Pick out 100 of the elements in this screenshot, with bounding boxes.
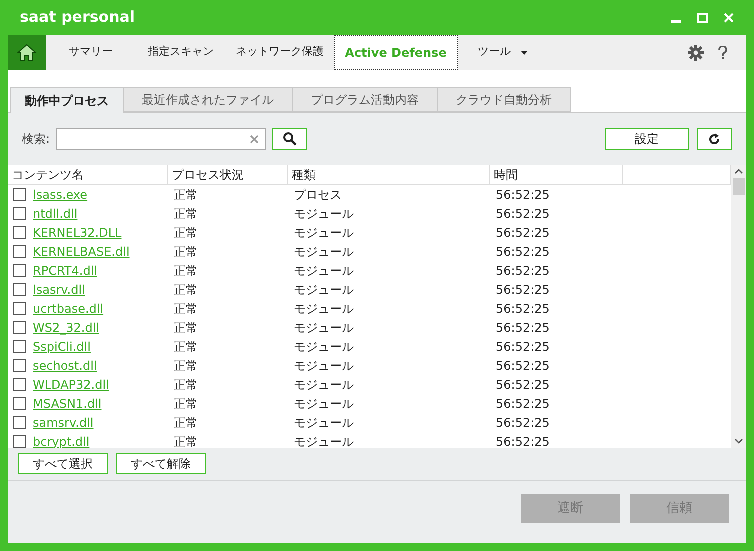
file-link[interactable]: ucrtbase.dll (33, 300, 104, 318)
checkbox[interactable] (13, 416, 26, 429)
file-link[interactable]: WLDAP32.dll (33, 376, 110, 394)
checkbox[interactable] (13, 397, 26, 410)
table-cell: 正常 (174, 416, 198, 430)
checkbox[interactable] (13, 321, 26, 334)
scroll-down-icon[interactable] (734, 439, 742, 444)
table-cell: モジュール (294, 320, 354, 334)
nav-tab[interactable]: 指定スキャン (136, 35, 226, 70)
home-icon (17, 44, 37, 62)
table-cell: 56:52:25 (496, 282, 550, 296)
table-cell: 正常 (174, 434, 198, 448)
table-cell: 56:52:25 (496, 188, 550, 202)
table-cell: モジュール (294, 264, 354, 278)
table-cell: 正常 (174, 320, 198, 334)
table-cell: 正常 (174, 188, 198, 202)
table-cell: 56:52:25 (496, 226, 550, 240)
table-cell: 正常 (174, 244, 198, 258)
search-field[interactable] (56, 128, 266, 150)
table-cell: 正常 (174, 264, 198, 278)
file-link[interactable]: ntdll.dll (33, 204, 78, 222)
table-cell: 56:52:25 (496, 302, 550, 316)
tools-menu[interactable]: ツール (458, 35, 548, 70)
table-cell: モジュール (294, 244, 354, 258)
checkbox[interactable] (13, 435, 26, 448)
table-cell: 56:52:25 (496, 244, 550, 258)
checkbox[interactable] (13, 302, 26, 315)
refresh-button[interactable] (697, 128, 732, 150)
checkbox[interactable] (13, 340, 26, 353)
file-link[interactable]: KERNEL32.DLL (33, 224, 122, 242)
file-link[interactable]: SspiCli.dll (33, 338, 91, 356)
column-header: 時間 (494, 166, 518, 184)
table-cell: 正常 (174, 396, 198, 410)
column-header: 種類 (292, 166, 316, 184)
refresh-icon (708, 132, 721, 146)
table-cell: 56:52:25 (496, 416, 550, 430)
file-link[interactable]: lsasrv.dll (33, 280, 86, 298)
subtab[interactable]: 動作中プロセス (10, 87, 124, 113)
file-link[interactable]: KERNELBASE.dll (33, 242, 130, 260)
table-cell: 56:52:25 (496, 396, 550, 410)
scrollbar[interactable] (731, 165, 746, 448)
nav-tab[interactable]: Active Defense (334, 35, 458, 70)
table-cell: 正常 (174, 340, 198, 354)
table-cell: 56:52:25 (496, 320, 550, 334)
table-cell: 正常 (174, 358, 198, 372)
select-button[interactable]: すべて選択 (18, 453, 108, 474)
subtab[interactable]: クラウド自動分析 (437, 87, 571, 112)
table-cell: 正常 (174, 282, 198, 296)
table-cell: 正常 (174, 226, 198, 240)
search-label: 検索: (22, 131, 50, 148)
checkbox[interactable] (13, 264, 26, 277)
checkbox[interactable] (13, 283, 26, 296)
column-header: コンテンツ名 (12, 166, 84, 184)
table-cell: 正常 (174, 378, 198, 392)
table-cell: モジュール (294, 378, 354, 392)
scroll-thumb[interactable] (732, 178, 744, 195)
search-button[interactable] (272, 128, 308, 150)
file-link[interactable]: WS2_32.dll (33, 318, 100, 336)
table-cell: モジュール (294, 226, 354, 240)
checkbox[interactable] (13, 378, 26, 391)
subtab[interactable]: プログラム活動内容 (292, 87, 438, 112)
select-button[interactable]: すべて解除 (116, 453, 206, 474)
file-link[interactable]: samsrv.dll (33, 414, 94, 432)
help-icon[interactable] (718, 46, 728, 60)
file-link[interactable]: RPCRT4.dll (33, 262, 98, 280)
file-link[interactable]: bcrypt.dll (33, 432, 90, 448)
checkbox[interactable] (13, 207, 26, 220)
clear-icon[interactable] (250, 134, 260, 144)
settings-icon[interactable] (688, 44, 704, 60)
table-cell: モジュール (294, 358, 354, 372)
table-cell: プロセス (294, 188, 342, 202)
home-button[interactable] (8, 35, 46, 70)
nav-tab[interactable]: ネットワーク保護 (226, 35, 334, 70)
table-cell: モジュール (294, 340, 354, 354)
table-cell: モジュール (294, 282, 354, 296)
caret-icon (521, 50, 528, 54)
table-cell: 56:52:25 (496, 434, 550, 448)
table-cell: 56:52:25 (496, 358, 550, 372)
checkbox[interactable] (13, 359, 26, 372)
scroll-up-icon[interactable] (734, 169, 742, 174)
table-cell: 56:52:25 (496, 340, 550, 354)
file-link[interactable]: MSASN1.dll (33, 394, 102, 412)
search-icon (282, 132, 297, 146)
table-cell: 正常 (174, 302, 198, 316)
nav-tab[interactable]: サマリー (46, 35, 136, 70)
table-cell: モジュール (294, 396, 354, 410)
column-header: プロセス状況 (172, 166, 244, 184)
checkbox[interactable] (13, 226, 26, 239)
subtab[interactable]: 最近作成されたファイル (123, 87, 293, 112)
table-cell: モジュール (294, 302, 354, 316)
table-cell: 56:52:25 (496, 264, 550, 278)
table-cell: 56:52:25 (496, 378, 550, 392)
file-link[interactable]: sechost.dll (33, 356, 98, 374)
table-cell: 正常 (174, 206, 198, 220)
table-cell: モジュール (294, 206, 354, 220)
checkbox[interactable] (13, 245, 26, 258)
table-cell: モジュール (294, 416, 354, 430)
file-link[interactable]: lsass.exe (33, 186, 88, 204)
checkbox[interactable] (13, 188, 26, 201)
settings-button[interactable]: 設定 (605, 128, 689, 150)
